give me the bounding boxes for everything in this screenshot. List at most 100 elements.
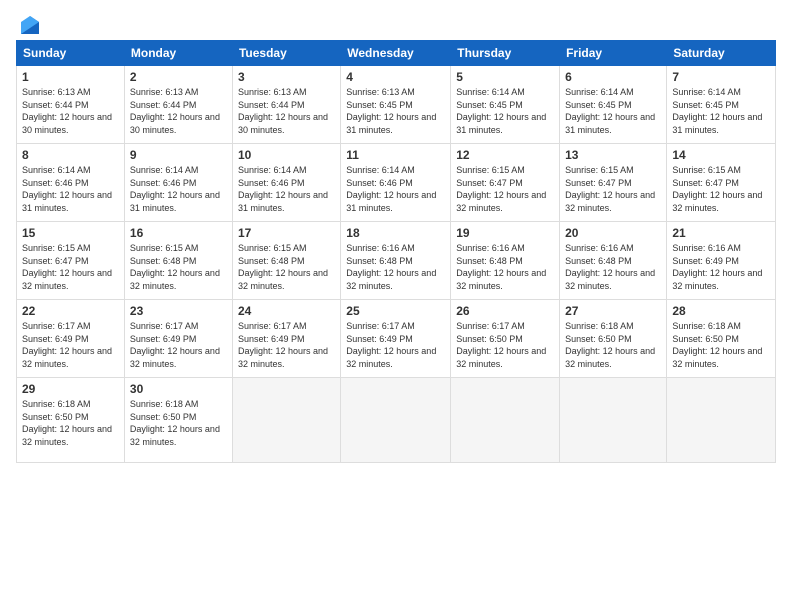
calendar-cell: 10 Sunrise: 6:14 AMSunset: 6:46 PMDaylig… — [232, 144, 340, 222]
calendar-cell: 13 Sunrise: 6:15 AMSunset: 6:47 PMDaylig… — [560, 144, 667, 222]
logo-icon — [17, 16, 39, 34]
calendar-cell — [560, 378, 667, 463]
calendar-cell — [451, 378, 560, 463]
day-number: 11 — [346, 148, 445, 162]
calendar-cell: 12 Sunrise: 6:15 AMSunset: 6:47 PMDaylig… — [451, 144, 560, 222]
calendar-cell: 5 Sunrise: 6:14 AMSunset: 6:45 PMDayligh… — [451, 66, 560, 144]
cell-text: Sunrise: 6:16 AMSunset: 6:49 PMDaylight:… — [672, 243, 762, 291]
calendar-cell: 2 Sunrise: 6:13 AMSunset: 6:44 PMDayligh… — [124, 66, 232, 144]
cell-text: Sunrise: 6:16 AMSunset: 6:48 PMDaylight:… — [456, 243, 546, 291]
cell-text: Sunrise: 6:15 AMSunset: 6:48 PMDaylight:… — [238, 243, 328, 291]
calendar-cell: 8 Sunrise: 6:14 AMSunset: 6:46 PMDayligh… — [17, 144, 125, 222]
header-friday: Friday — [560, 41, 667, 66]
cell-text: Sunrise: 6:17 AMSunset: 6:49 PMDaylight:… — [130, 321, 220, 369]
calendar-cell: 18 Sunrise: 6:16 AMSunset: 6:48 PMDaylig… — [341, 222, 451, 300]
page: Sunday Monday Tuesday Wednesday Thursday… — [0, 0, 792, 612]
calendar-cell: 21 Sunrise: 6:16 AMSunset: 6:49 PMDaylig… — [667, 222, 776, 300]
cell-text: Sunrise: 6:13 AMSunset: 6:45 PMDaylight:… — [346, 87, 436, 135]
header-thursday: Thursday — [451, 41, 560, 66]
day-number: 18 — [346, 226, 445, 240]
header-sunday: Sunday — [17, 41, 125, 66]
calendar-cell: 20 Sunrise: 6:16 AMSunset: 6:48 PMDaylig… — [560, 222, 667, 300]
calendar-cell — [667, 378, 776, 463]
cell-text: Sunrise: 6:15 AMSunset: 6:48 PMDaylight:… — [130, 243, 220, 291]
cell-text: Sunrise: 6:13 AMSunset: 6:44 PMDaylight:… — [130, 87, 220, 135]
calendar-cell: 27 Sunrise: 6:18 AMSunset: 6:50 PMDaylig… — [560, 300, 667, 378]
header-row: Sunday Monday Tuesday Wednesday Thursday… — [17, 41, 776, 66]
calendar-cell: 14 Sunrise: 6:15 AMSunset: 6:47 PMDaylig… — [667, 144, 776, 222]
day-number: 20 — [565, 226, 661, 240]
calendar-cell — [232, 378, 340, 463]
calendar-cell: 16 Sunrise: 6:15 AMSunset: 6:48 PMDaylig… — [124, 222, 232, 300]
calendar-cell: 29 Sunrise: 6:18 AMSunset: 6:50 PMDaylig… — [17, 378, 125, 463]
day-number: 28 — [672, 304, 770, 318]
cell-text: Sunrise: 6:18 AMSunset: 6:50 PMDaylight:… — [22, 399, 112, 447]
cell-text: Sunrise: 6:14 AMSunset: 6:45 PMDaylight:… — [565, 87, 655, 135]
cell-text: Sunrise: 6:16 AMSunset: 6:48 PMDaylight:… — [565, 243, 655, 291]
calendar-cell — [341, 378, 451, 463]
calendar-cell: 19 Sunrise: 6:16 AMSunset: 6:48 PMDaylig… — [451, 222, 560, 300]
cell-text: Sunrise: 6:15 AMSunset: 6:47 PMDaylight:… — [565, 165, 655, 213]
calendar-cell: 6 Sunrise: 6:14 AMSunset: 6:45 PMDayligh… — [560, 66, 667, 144]
day-number: 21 — [672, 226, 770, 240]
cell-text: Sunrise: 6:14 AMSunset: 6:46 PMDaylight:… — [346, 165, 436, 213]
cell-text: Sunrise: 6:15 AMSunset: 6:47 PMDaylight:… — [672, 165, 762, 213]
logo — [16, 16, 40, 30]
day-number: 9 — [130, 148, 227, 162]
cell-text: Sunrise: 6:18 AMSunset: 6:50 PMDaylight:… — [565, 321, 655, 369]
calendar-cell: 17 Sunrise: 6:15 AMSunset: 6:48 PMDaylig… — [232, 222, 340, 300]
cell-text: Sunrise: 6:14 AMSunset: 6:45 PMDaylight:… — [672, 87, 762, 135]
cell-text: Sunrise: 6:15 AMSunset: 6:47 PMDaylight:… — [456, 165, 546, 213]
calendar-table: Sunday Monday Tuesday Wednesday Thursday… — [16, 40, 776, 463]
calendar-cell: 26 Sunrise: 6:17 AMSunset: 6:50 PMDaylig… — [451, 300, 560, 378]
header-monday: Monday — [124, 41, 232, 66]
calendar-cell: 11 Sunrise: 6:14 AMSunset: 6:46 PMDaylig… — [341, 144, 451, 222]
day-number: 14 — [672, 148, 770, 162]
day-number: 3 — [238, 70, 335, 84]
day-number: 27 — [565, 304, 661, 318]
day-number: 4 — [346, 70, 445, 84]
calendar-cell: 15 Sunrise: 6:15 AMSunset: 6:47 PMDaylig… — [17, 222, 125, 300]
header-tuesday: Tuesday — [232, 41, 340, 66]
cell-text: Sunrise: 6:13 AMSunset: 6:44 PMDaylight:… — [22, 87, 112, 135]
day-number: 13 — [565, 148, 661, 162]
logo-text — [16, 16, 40, 34]
day-number: 7 — [672, 70, 770, 84]
calendar-cell: 1 Sunrise: 6:13 AMSunset: 6:44 PMDayligh… — [17, 66, 125, 144]
calendar-cell: 3 Sunrise: 6:13 AMSunset: 6:44 PMDayligh… — [232, 66, 340, 144]
calendar-cell: 24 Sunrise: 6:17 AMSunset: 6:49 PMDaylig… — [232, 300, 340, 378]
cell-text: Sunrise: 6:14 AMSunset: 6:46 PMDaylight:… — [22, 165, 112, 213]
calendar-cell: 7 Sunrise: 6:14 AMSunset: 6:45 PMDayligh… — [667, 66, 776, 144]
cell-text: Sunrise: 6:14 AMSunset: 6:45 PMDaylight:… — [456, 87, 546, 135]
calendar-cell: 22 Sunrise: 6:17 AMSunset: 6:49 PMDaylig… — [17, 300, 125, 378]
cell-text: Sunrise: 6:17 AMSunset: 6:49 PMDaylight:… — [346, 321, 436, 369]
cell-text: Sunrise: 6:15 AMSunset: 6:47 PMDaylight:… — [22, 243, 112, 291]
cell-text: Sunrise: 6:17 AMSunset: 6:49 PMDaylight:… — [22, 321, 112, 369]
calendar-cell: 30 Sunrise: 6:18 AMSunset: 6:50 PMDaylig… — [124, 378, 232, 463]
day-number: 2 — [130, 70, 227, 84]
day-number: 25 — [346, 304, 445, 318]
cell-text: Sunrise: 6:13 AMSunset: 6:44 PMDaylight:… — [238, 87, 328, 135]
day-number: 8 — [22, 148, 119, 162]
calendar-cell: 23 Sunrise: 6:17 AMSunset: 6:49 PMDaylig… — [124, 300, 232, 378]
day-number: 5 — [456, 70, 554, 84]
day-number: 12 — [456, 148, 554, 162]
cell-text: Sunrise: 6:18 AMSunset: 6:50 PMDaylight:… — [130, 399, 220, 447]
day-number: 22 — [22, 304, 119, 318]
calendar-cell: 9 Sunrise: 6:14 AMSunset: 6:46 PMDayligh… — [124, 144, 232, 222]
day-number: 23 — [130, 304, 227, 318]
day-number: 1 — [22, 70, 119, 84]
calendar-cell: 25 Sunrise: 6:17 AMSunset: 6:49 PMDaylig… — [341, 300, 451, 378]
cell-text: Sunrise: 6:17 AMSunset: 6:50 PMDaylight:… — [456, 321, 546, 369]
header-saturday: Saturday — [667, 41, 776, 66]
day-number: 29 — [22, 382, 119, 396]
day-number: 16 — [130, 226, 227, 240]
day-number: 24 — [238, 304, 335, 318]
day-number: 26 — [456, 304, 554, 318]
calendar-cell: 28 Sunrise: 6:18 AMSunset: 6:50 PMDaylig… — [667, 300, 776, 378]
header — [16, 16, 776, 30]
cell-text: Sunrise: 6:14 AMSunset: 6:46 PMDaylight:… — [238, 165, 328, 213]
day-number: 15 — [22, 226, 119, 240]
header-wednesday: Wednesday — [341, 41, 451, 66]
cell-text: Sunrise: 6:16 AMSunset: 6:48 PMDaylight:… — [346, 243, 436, 291]
